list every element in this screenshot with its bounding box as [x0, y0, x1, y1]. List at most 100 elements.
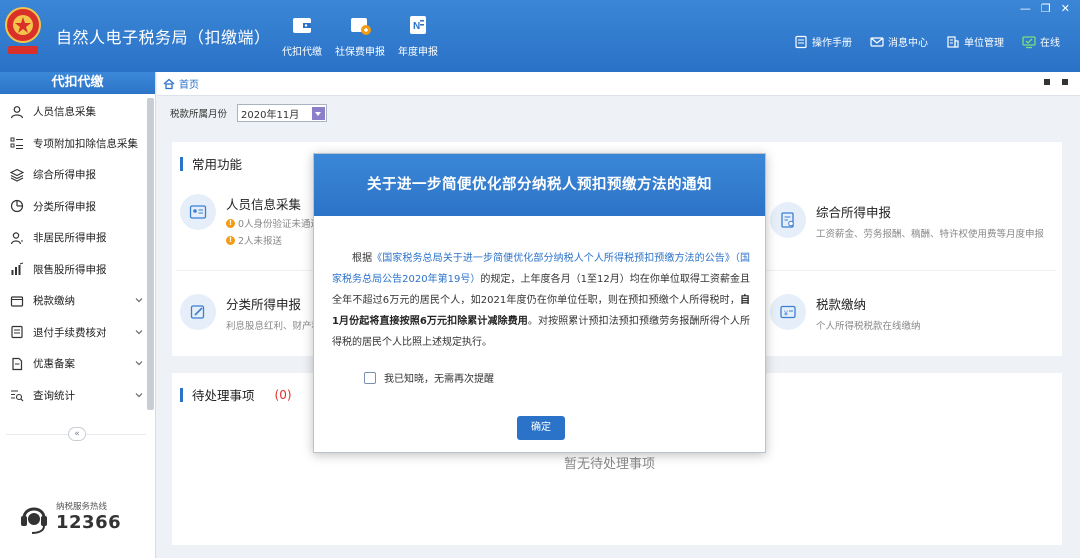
- sidebar-collapse-button[interactable]: «: [68, 427, 86, 441]
- period-label: 税款所属月份: [170, 109, 228, 120]
- sidebar-item-9[interactable]: 查询统计: [0, 380, 155, 412]
- period-select[interactable]: 2020年11月: [237, 104, 328, 122]
- list-icon: [10, 137, 23, 150]
- svg-text:N: N: [413, 21, 420, 32]
- pending-empty-text: 暂无待处理事项: [564, 457, 656, 472]
- home-icon: [163, 78, 175, 89]
- online-status[interactable]: 在线: [1022, 34, 1060, 49]
- card-classified-income[interactable]: 分类所得申报 利息股息红利、财产租赁: [180, 294, 331, 332]
- card-title: 人员信息采集: [226, 197, 302, 212]
- top-nav-social-insurance[interactable]: 社保费申报: [335, 14, 385, 58]
- sidebar-item-label: 查询统计: [33, 389, 75, 402]
- person-icon: [10, 105, 24, 118]
- common-functions-title: 常用功能: [180, 154, 242, 173]
- chevron-down-icon[interactable]: [312, 106, 326, 120]
- sidebar: 代扣代缴 人员信息采集专项附加扣除信息采集 综合所得申报 分类所得申报 非居民所得申报…: [0, 72, 156, 558]
- card-title: 综合所得申报: [816, 205, 892, 220]
- document-check-icon: [770, 202, 806, 238]
- layers-icon: [10, 168, 24, 182]
- top-nav-annual-report[interactable]: N 年度申报: [394, 14, 442, 58]
- pending-title: 待处理事项: [192, 388, 255, 403]
- status-unverified: ! 0人身份验证未通过: [226, 216, 320, 230]
- dialog-content: 根据《国家税务总局关于进一步简便优化部分纳税人个人所得税预扣预缴方法的公告》（国…: [332, 253, 751, 348]
- dont-remind-checkbox[interactable]: 我已知晓，无需再次提醒: [364, 370, 494, 385]
- sidebar-item-label: 退付手续费核对: [33, 326, 107, 339]
- sidebar-item-3[interactable]: 分类所得申报: [0, 191, 155, 223]
- manual-link[interactable]: 操作手册: [794, 34, 852, 49]
- sidebar-item-8[interactable]: 优惠备案: [0, 348, 155, 380]
- headset-icon: [21, 507, 47, 534]
- confirm-button[interactable]: 确定: [517, 416, 565, 440]
- message-center-link[interactable]: 消息中心: [870, 34, 928, 49]
- bar-chart-icon: [11, 262, 24, 276]
- warning-icon: !: [226, 235, 235, 245]
- tab-home[interactable]: 首页: [179, 76, 199, 91]
- unit-management-link[interactable]: 单位管理: [946, 34, 1004, 49]
- receipt-icon: [11, 326, 23, 339]
- sidebar-item-2[interactable]: 综合所得申报: [0, 159, 155, 191]
- sidebar-item-5[interactable]: 限售股所得申报: [0, 254, 155, 286]
- checkbox-box[interactable]: [364, 371, 376, 384]
- service-hotline: 纳税服务热线 12366: [16, 496, 121, 536]
- pie-icon: [10, 200, 24, 213]
- tab-close-button[interactable]: [1062, 79, 1068, 85]
- hotline-number: 12366: [56, 511, 122, 533]
- manual-icon: [795, 35, 807, 48]
- period-filter: 税款所属月份 2020年11月: [170, 104, 328, 122]
- search-list-icon: [11, 390, 24, 402]
- sidebar-item-label: 税款缴纳: [33, 295, 75, 308]
- wallet-icon: [10, 296, 24, 307]
- building-icon: [947, 35, 959, 48]
- id-card-icon: [180, 194, 216, 230]
- hotline-label: 纳税服务热线: [56, 501, 108, 512]
- chevron-down-icon: [135, 361, 143, 366]
- sidebar-title: 代扣代缴: [0, 72, 155, 94]
- status-unsubmitted: ! 2人未报送: [226, 233, 320, 247]
- sidebar-item-7[interactable]: 退付手续费核对: [0, 317, 155, 349]
- top-nav-withholding[interactable]: 代扣代缴: [278, 14, 326, 58]
- checkbox-label: 我已知晓，无需再次提醒: [384, 374, 494, 385]
- sidebar-item-1[interactable]: 专项附加扣除信息采集: [0, 128, 155, 160]
- restore-button[interactable]: ❐: [1041, 2, 1051, 15]
- tax-emblem-icon: [5, 7, 41, 54]
- window-controls: — ❐ ✕: [1020, 2, 1070, 15]
- document-icon: [12, 357, 23, 370]
- minimize-button[interactable]: —: [1020, 2, 1031, 15]
- annual-report-icon: N: [410, 16, 426, 34]
- sidebar-scrollbar[interactable]: [147, 98, 154, 410]
- mail-icon: [870, 36, 884, 47]
- card-comprehensive-income[interactable]: 综合所得申报 工资薪金、劳务报酬、稿酬、特许权使用费等月度申报: [770, 202, 1044, 240]
- social-insurance-icon: [351, 18, 371, 35]
- sidebar-item-label: 限售股所得申报: [33, 263, 107, 276]
- user-icon: [10, 232, 23, 244]
- chevron-down-icon: [135, 392, 143, 397]
- payment-icon: ¥: [770, 294, 806, 330]
- tab-controls: [1044, 79, 1068, 85]
- sidebar-item-label: 优惠备案: [33, 358, 75, 371]
- chevron-down-icon: [135, 298, 143, 303]
- top-links: 操作手册 消息中心 单位管理 在线: [794, 34, 1060, 49]
- pending-count: (0): [274, 387, 292, 402]
- app-header: 自然人电子税务局（扣缴端） 代扣代缴 社保费申报 N 年度申报 — ❐ ✕ 操作…: [0, 0, 1080, 72]
- sidebar-item-label: 综合所得申报: [33, 169, 96, 182]
- card-personnel-info[interactable]: 人员信息采集 ! 0人身份验证未通过 ! 2人未报送: [180, 194, 320, 247]
- svg-text:¥: ¥: [784, 311, 788, 318]
- sidebar-item-label: 人员信息采集: [33, 106, 96, 119]
- sidebar-item-label: 专项附加扣除信息采集: [33, 137, 138, 150]
- top-nav: 代扣代缴 社保费申报 N 年度申报: [278, 14, 442, 58]
- pending-header: 待处理事项 (0): [180, 385, 292, 404]
- sidebar-item-6[interactable]: 税款缴纳: [0, 285, 155, 317]
- warning-icon: !: [226, 218, 235, 228]
- sidebar-item-4[interactable]: 非居民所得申报: [0, 222, 155, 254]
- sidebar-item-0[interactable]: 人员信息采集: [0, 96, 155, 128]
- card-desc: 个人所得税税款在线缴纳: [816, 321, 921, 332]
- online-status-icon: [1022, 35, 1036, 48]
- app-title: 自然人电子税务局（扣缴端）: [56, 28, 271, 47]
- close-button[interactable]: ✕: [1061, 2, 1070, 15]
- sidebar-item-label: 非居民所得申报: [33, 232, 107, 245]
- sidebar-item-label: 分类所得申报: [33, 200, 96, 213]
- tab-restore-button[interactable]: [1044, 79, 1050, 85]
- wallet-icon: [293, 18, 311, 33]
- card-desc: 工资薪金、劳务报酬、稿酬、特许权使用费等月度申报: [816, 229, 1045, 240]
- card-tax-payment[interactable]: ¥ 税款缴纳 个人所得税税款在线缴纳: [770, 294, 921, 332]
